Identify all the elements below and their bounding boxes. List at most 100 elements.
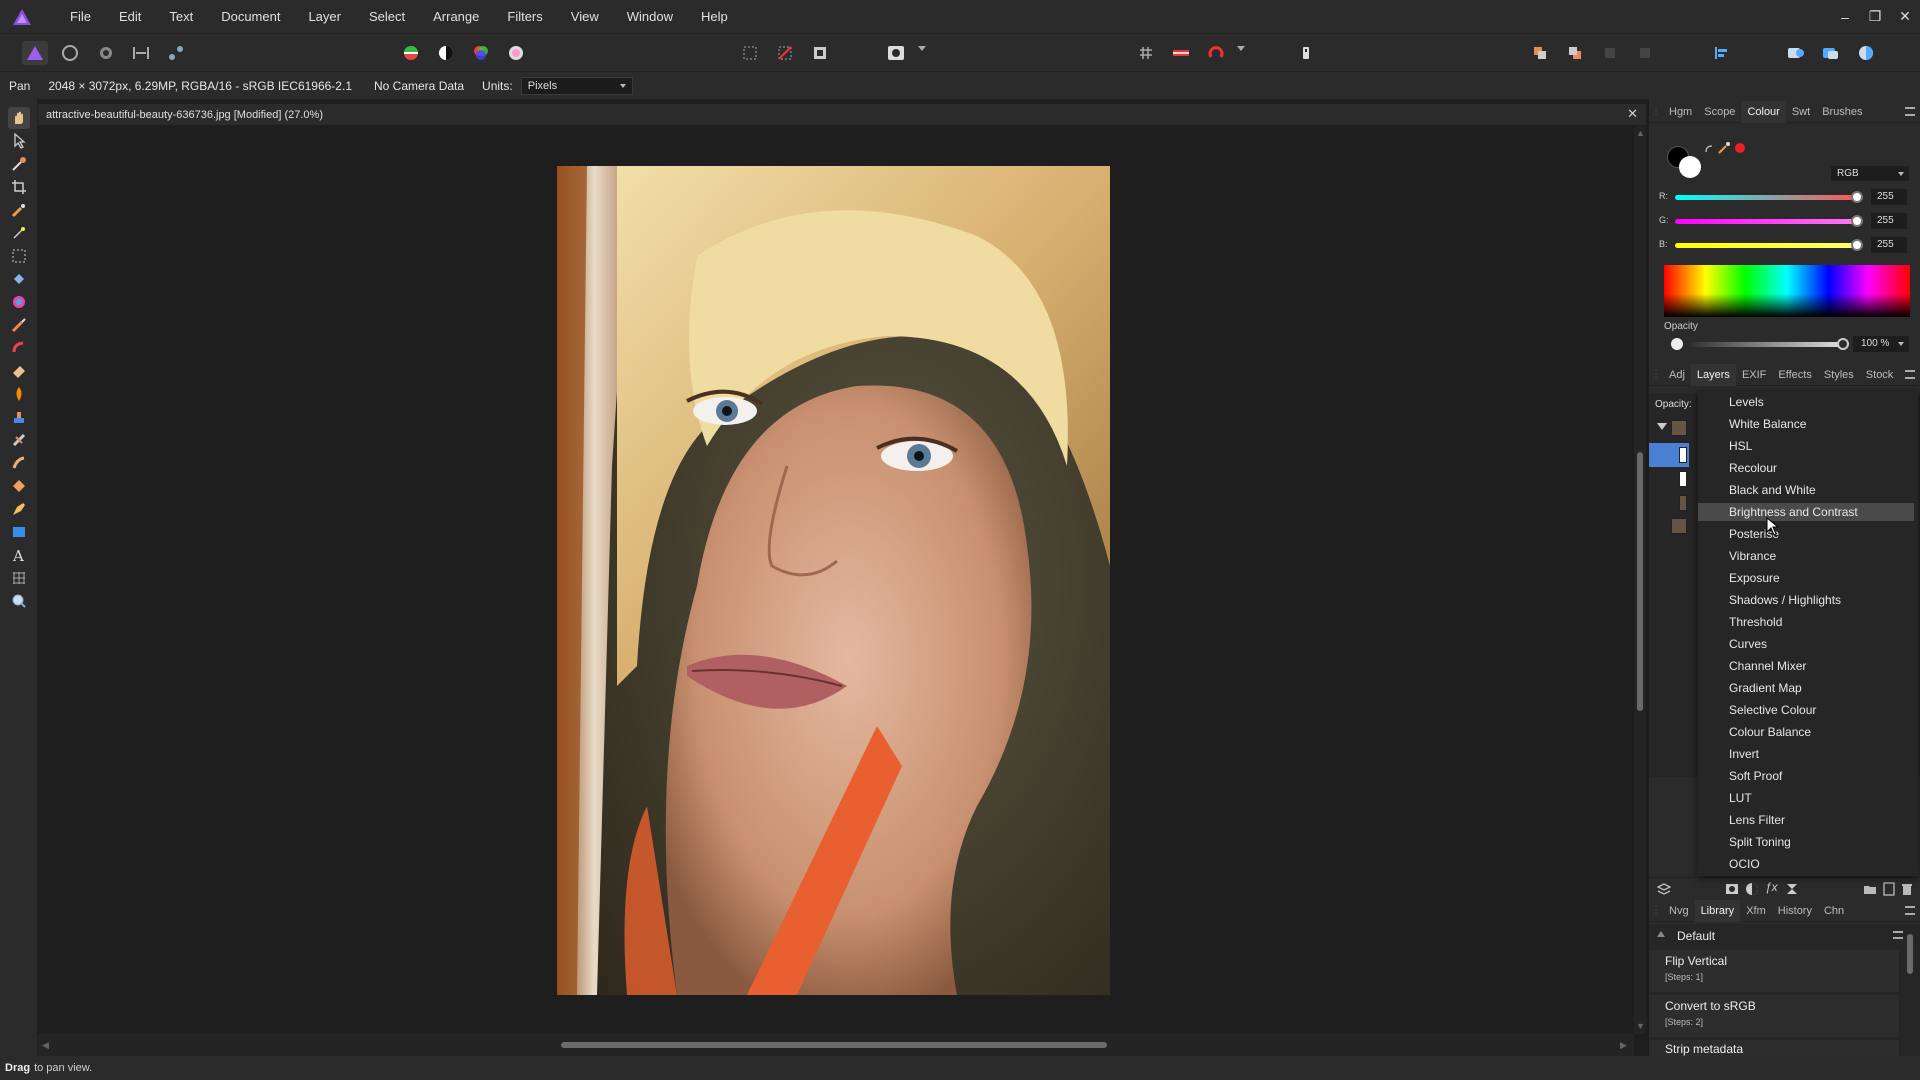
liquify-persona-icon[interactable] (57, 41, 83, 65)
adj-item-white-balance[interactable]: White Balance (1698, 415, 1914, 433)
menu-window[interactable]: Window (613, 0, 687, 33)
panel-menu-icon[interactable] (1905, 370, 1915, 379)
adj-item-black-and-white[interactable]: Black and White (1698, 481, 1914, 499)
crop-tool-icon[interactable] (8, 176, 30, 198)
tab-navigator[interactable]: Nvg (1663, 900, 1695, 922)
color-picker-tool-icon[interactable] (8, 153, 30, 175)
move-tool-icon[interactable] (8, 130, 30, 152)
vertical-scrollbar[interactable]: ▲ ▼ (1634, 126, 1646, 1034)
tab-swatches[interactable]: Swt (1786, 101, 1816, 123)
snapping-grid-icon[interactable] (1133, 41, 1159, 65)
tab-transform[interactable]: Xfm (1740, 900, 1772, 922)
library-category[interactable]: Default (1649, 926, 1909, 946)
quick-mask-icon[interactable] (883, 41, 909, 65)
paint-brush-tool-icon[interactable] (8, 314, 30, 336)
arrange-forward-icon[interactable] (1527, 41, 1553, 65)
green-slider[interactable]: G: 255 (1659, 213, 1914, 229)
adj-item-gradient-map[interactable]: Gradient Map (1698, 679, 1914, 697)
erase-brush-tool-icon[interactable] (8, 360, 30, 382)
restore-icon[interactable]: ❐ (1860, 8, 1890, 25)
flood-fill-tool-icon[interactable] (8, 268, 30, 290)
rectangle-tool-icon[interactable] (8, 521, 30, 543)
layer-thumbnail[interactable] (1671, 518, 1687, 534)
macro-entry[interactable]: Strip metadata (1649, 1040, 1899, 1056)
delete-layer-icon[interactable] (1901, 882, 1913, 899)
selection-mode-3-icon[interactable] (1853, 41, 1879, 65)
background-colour-swatch[interactable] (1679, 156, 1701, 178)
deselect-icon[interactable] (772, 41, 798, 65)
eyedropper-icon[interactable] (1717, 141, 1731, 158)
assistant-icon[interactable] (1293, 41, 1319, 65)
menu-text[interactable]: Text (155, 0, 207, 33)
force-pixel-alignment-icon[interactable] (1168, 41, 1194, 65)
tab-history[interactable]: History (1772, 900, 1818, 922)
menu-arrange[interactable]: Arrange (419, 0, 493, 33)
tab-adjustments[interactable]: Adj (1663, 364, 1691, 386)
macro-entry[interactable]: Flip Vertical [Steps: 1] (1649, 950, 1899, 992)
adj-item-recolour[interactable]: Recolour (1698, 459, 1914, 477)
mask-layer-icon[interactable] (1725, 882, 1739, 899)
menu-document[interactable]: Document (207, 0, 294, 33)
adjustment-layer-icon[interactable] (1745, 882, 1759, 899)
auto-contrast-icon[interactable] (433, 41, 459, 65)
smudge-tool-icon[interactable] (8, 452, 30, 474)
adj-item-colour-balance[interactable]: Colour Balance (1698, 723, 1914, 741)
add-pixel-layer-icon[interactable] (1883, 882, 1895, 899)
pen-tool-icon[interactable] (8, 498, 30, 520)
expand-layer-icon[interactable] (1657, 423, 1667, 430)
hand-tool-icon[interactable] (8, 107, 30, 129)
marquee-selection-icon[interactable] (737, 41, 763, 65)
red-value[interactable]: 255 (1871, 189, 1907, 205)
blue-value[interactable]: 255 (1871, 237, 1907, 253)
scroll-down-icon[interactable]: ▼ (1636, 1021, 1645, 1031)
panel-grip-icon[interactable]: ⋮ (1649, 369, 1663, 380)
invert-selection-icon[interactable] (807, 41, 833, 65)
menu-select[interactable]: Select (355, 0, 419, 33)
menu-filters[interactable]: Filters (493, 0, 556, 33)
layers-stack-icon[interactable] (1656, 882, 1672, 899)
adj-item-selective-colour[interactable]: Selective Colour (1698, 701, 1914, 719)
adj-item-posterise[interactable]: Posterise (1698, 525, 1914, 543)
adj-item-shadows-highlights[interactable]: Shadows / Highlights (1698, 591, 1914, 609)
adj-item-brightness-contrast[interactable]: Brightness and Contrast (1698, 503, 1914, 521)
menu-file[interactable]: File (56, 0, 105, 33)
adj-item-ocio[interactable]: OCIO (1698, 855, 1914, 873)
opacity-knob[interactable] (1837, 338, 1849, 350)
gradient-tool-icon[interactable] (8, 291, 30, 313)
category-menu-icon[interactable] (1893, 931, 1903, 939)
blue-track[interactable] (1675, 243, 1857, 248)
export-persona-icon[interactable] (163, 41, 189, 65)
menu-view[interactable]: View (557, 0, 613, 33)
minimize-icon[interactable]: – (1830, 9, 1860, 25)
layer-thumbnail[interactable] (1679, 447, 1687, 463)
sharpen-tool-icon[interactable] (8, 475, 30, 497)
vertical-scroll-thumb[interactable] (1637, 452, 1643, 711)
photo-persona-icon[interactable] (22, 41, 48, 65)
tone-mapping-persona-icon[interactable] (128, 41, 154, 65)
auto-colours-icon[interactable] (468, 41, 494, 65)
effects-fx-icon[interactable]: ƒx (1765, 880, 1778, 894)
adj-item-levels[interactable]: Levels (1698, 393, 1914, 411)
scroll-right-icon[interactable]: ▶ (1620, 1040, 1627, 1051)
red-track[interactable] (1675, 195, 1857, 200)
selection-brush-tool-icon[interactable] (8, 199, 30, 221)
tab-histogram[interactable]: Hgm (1663, 101, 1698, 123)
collapse-category-icon[interactable] (1657, 931, 1665, 937)
snapping-dropdown-icon[interactable] (1237, 46, 1245, 51)
text-tool-icon[interactable]: A (8, 544, 30, 566)
tab-effects[interactable]: Effects (1772, 364, 1817, 386)
green-track[interactable] (1675, 219, 1857, 224)
develop-persona-icon[interactable] (93, 41, 119, 65)
opacity-value[interactable]: 100 % (1853, 336, 1909, 352)
adj-item-exposure[interactable]: Exposure (1698, 569, 1914, 587)
red-slider[interactable]: R: 255 (1659, 189, 1914, 205)
panel-menu-icon[interactable] (1905, 906, 1915, 915)
panel-grip-icon[interactable]: ⋮ (1649, 905, 1663, 916)
layer-thumbnail[interactable] (1671, 420, 1687, 436)
adj-item-vibrance[interactable]: Vibrance (1698, 547, 1914, 565)
rectangular-marquee-tool-icon[interactable] (8, 245, 30, 267)
tab-styles[interactable]: Styles (1818, 364, 1860, 386)
selection-mode-2-icon[interactable] (1818, 41, 1844, 65)
red-knob[interactable] (1851, 191, 1863, 203)
tab-library[interactable]: Library (1694, 899, 1741, 922)
